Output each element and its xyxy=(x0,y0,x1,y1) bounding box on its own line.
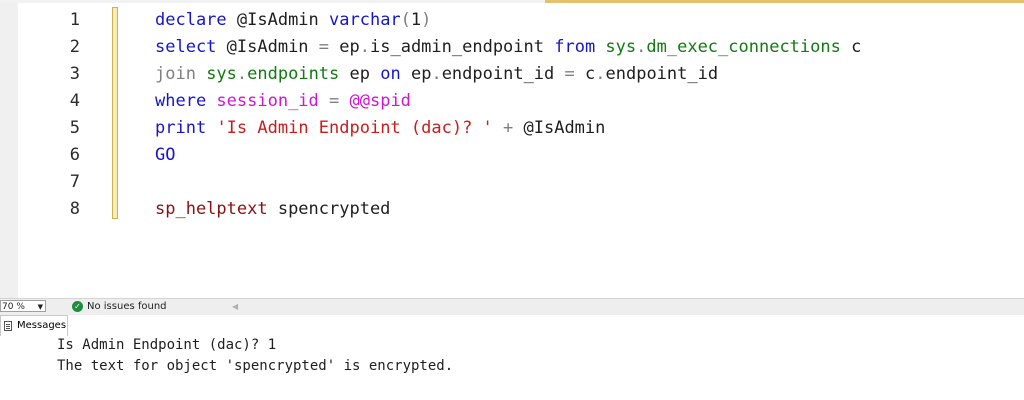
line-number: 2 xyxy=(69,37,80,57)
line-number: 5 xyxy=(69,118,80,138)
code-token: = xyxy=(564,64,575,84)
code-token: ep xyxy=(339,64,381,84)
code-line[interactable]: declare @IsAdmin varchar(1) xyxy=(155,7,861,34)
code-token: @IsAdmin xyxy=(226,10,330,30)
code-token: from xyxy=(554,37,596,57)
code-token: c xyxy=(574,64,596,84)
line-number: 6 xyxy=(69,145,80,165)
line-number: 1 xyxy=(69,10,80,30)
line-number: 3 xyxy=(69,64,80,84)
code-token: session_id xyxy=(206,91,319,111)
code-token: . xyxy=(636,37,647,57)
code-token: sys xyxy=(595,37,637,57)
tab-messages-label: Messages xyxy=(17,320,67,331)
code-token: endpoint_id xyxy=(605,64,719,84)
line-number-gutter: 1 2 3 4 5 6 7 8 xyxy=(40,7,80,223)
messages-panel[interactable]: Is Admin Endpoint (dac)? 1 The text for … xyxy=(0,337,1024,400)
check-circle-icon: ✓ xyxy=(72,301,83,312)
code-token: endpoint_id xyxy=(441,64,565,84)
line-number: 4 xyxy=(69,91,80,111)
editor-status-bar: 70 % ▼ ✓ No issues found ◀ xyxy=(0,298,1024,316)
messages-icon xyxy=(4,321,12,331)
code-token: declare xyxy=(155,10,227,30)
code-token: @IsAdmin xyxy=(216,37,319,57)
code-token: . xyxy=(431,64,442,84)
code-token: + xyxy=(492,118,524,138)
code-token: 'Is Admin Endpoint (dac)? ' xyxy=(216,118,493,138)
code-token: @@spid xyxy=(349,91,411,111)
line-number: 8 xyxy=(69,199,80,219)
code-line[interactable]: join sys.endpoints ep on ep.endpoint_id … xyxy=(155,61,861,88)
change-tracking-bar xyxy=(112,7,118,219)
code-token: = xyxy=(318,37,330,57)
code-token: dm_exec_connections xyxy=(646,37,841,57)
line-number: 7 xyxy=(69,172,80,192)
code-token: . xyxy=(236,64,248,84)
results-tab-strip: Messages xyxy=(0,315,1024,338)
code-area[interactable]: declare @IsAdmin varchar(1) select @IsAdm… xyxy=(155,7,861,223)
code-token: print xyxy=(155,118,207,138)
code-token: sp_helptext xyxy=(155,199,268,219)
code-token: 1 xyxy=(410,10,422,30)
code-token: endpoints xyxy=(247,64,340,84)
code-line[interactable]: GO xyxy=(155,142,861,169)
zoom-dropdown[interactable]: 70 % ▼ xyxy=(0,300,46,312)
code-token: varchar xyxy=(329,10,401,30)
code-line[interactable]: where session_id = @@spid xyxy=(155,88,861,115)
message-line: The text for object 'spencrypted' is enc… xyxy=(57,358,454,374)
code-token: @IsAdmin xyxy=(523,118,606,138)
code-token: on xyxy=(380,64,401,84)
code-line[interactable]: print 'Is Admin Endpoint (dac)? ' + @IsA… xyxy=(155,115,861,142)
code-token: GO xyxy=(155,145,176,165)
code-token: spencrypted xyxy=(267,199,391,219)
code-token: ( xyxy=(400,10,411,30)
code-token: sys xyxy=(195,64,237,84)
code-token: ep xyxy=(329,37,360,57)
dropdown-arrow-icon: ▼ xyxy=(37,303,43,311)
code-token: select xyxy=(155,37,217,57)
code-line[interactable]: sp_helptext spencrypted xyxy=(155,196,861,223)
code-token: ep xyxy=(400,64,432,84)
code-line[interactable] xyxy=(155,169,861,196)
code-token: where xyxy=(155,91,207,111)
code-token: join xyxy=(155,64,196,84)
code-token: . xyxy=(595,64,606,84)
selection-margin[interactable] xyxy=(0,3,18,298)
code-token: is_admin_endpoint xyxy=(370,37,555,57)
code-line[interactable]: select @IsAdmin = ep.is_admin_endpoint f… xyxy=(155,34,861,61)
code-token: c xyxy=(840,37,862,57)
code-token: . xyxy=(359,37,370,57)
message-line: Is Admin Endpoint (dac)? 1 xyxy=(57,337,277,353)
issues-status: No issues found xyxy=(87,301,167,312)
zoom-value: 70 % xyxy=(2,302,25,312)
scroll-left-icon[interactable]: ◀ xyxy=(232,299,238,314)
query-editor[interactable]: 12345678 declare @IsAdmin varchar(1) sele… xyxy=(0,3,1024,298)
code-token: = xyxy=(318,91,350,111)
code-token: ) xyxy=(421,10,432,30)
tab-messages[interactable]: Messages xyxy=(0,315,68,336)
